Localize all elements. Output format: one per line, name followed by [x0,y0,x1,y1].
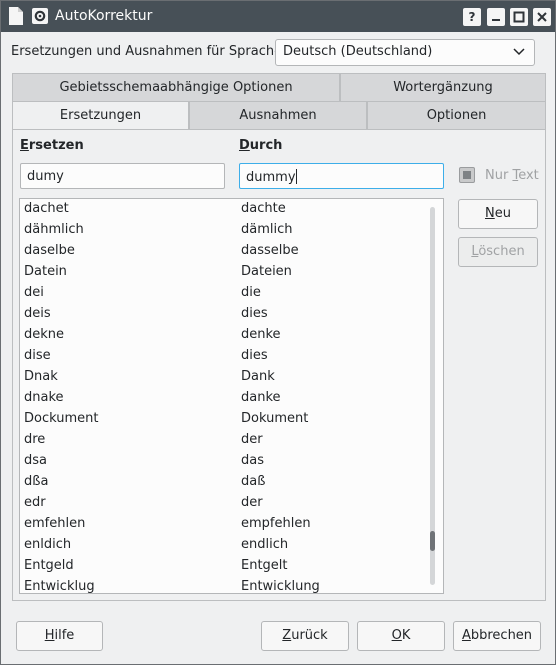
replace-cell: emfehlen [24,516,86,531]
maximize-icon [513,11,525,23]
replace-cell: dnake [24,390,64,405]
with-cell: Entwicklung [241,579,320,594]
table-row[interactable]: emfehlen empfehlen [20,514,425,535]
replace-cell: edr [24,495,46,510]
replace-cell: dßa [24,474,49,489]
replace-column-header: Ersetzen [20,138,84,153]
minimize-button[interactable] [487,8,505,26]
table-row[interactable]: dähmlich dämlich [20,220,425,241]
replace-cell: dise [24,348,51,363]
window-title: AutoKorrektur [55,8,153,24]
close-icon [537,12,547,22]
tab-locale-options[interactable]: Gebietsschemaabhängige Optionen [12,73,340,102]
table-row[interactable]: edr der [20,493,425,514]
table-row[interactable]: daselbe dasselbe [20,241,425,262]
table-row[interactable]: dekne denke [20,325,425,346]
replace-cell: dähmlich [24,222,84,237]
with-column-header: Durch [239,138,283,153]
replace-cell: Dockument [24,411,99,426]
replace-input[interactable]: dumy [20,163,225,189]
table-row[interactable]: Dnak Dank [20,367,425,388]
table-row[interactable]: Dockument Dokument [20,409,425,430]
tab-row-top: Gebietsschemaabhängige Optionen Wortergä… [12,73,546,102]
autokorrektur-dialog: AutoKorrektur ? Ersetzungen und Ausnahme… [0,0,556,665]
replace-cell: Dnak [24,369,58,384]
title-bar[interactable]: AutoKorrektur ? [1,1,555,32]
tab-exceptions[interactable]: Ausnahmen [189,101,367,130]
with-cell: dachte [241,201,286,216]
with-cell: Dateien [241,264,292,279]
table-row[interactable]: dsa das [20,451,425,472]
table-row[interactable]: dei die [20,283,425,304]
replace-cell: daselbe [24,243,75,258]
with-cell: endlich [241,537,289,552]
document-icon [9,7,23,25]
tab-replacements[interactable]: Ersetzungen [12,101,189,130]
table-row[interactable]: Entwicklug Entwicklung [20,577,425,594]
text-only-label: Nur Text [485,168,539,183]
with-cell: daß [241,474,266,489]
window-menu-icon[interactable] [32,8,48,24]
with-cell: empfehlen [241,516,311,531]
table-row[interactable]: dachet dachte [20,199,425,220]
table-row[interactable]: dßa daß [20,472,425,493]
language-dropdown[interactable]: Deutsch (Deutschland) [275,39,535,66]
table-row[interactable]: deis dies [20,304,425,325]
with-cell: dies [241,306,268,321]
scrollbar-thumb[interactable] [430,531,435,551]
language-value: Deutsch (Deutschland) [283,44,433,59]
with-cell: die [241,285,261,300]
tab-options[interactable]: Optionen [367,101,546,130]
replace-cell: Entwicklug [24,579,95,594]
replacement-table[interactable]: Entwicklug Entwicklung Entgeld Entgelt enldi… [19,198,444,594]
with-cell: Entgelt [241,558,288,573]
cancel-button[interactable]: Abbrechen [453,621,541,651]
table-row[interactable]: Entgeld Entgelt [20,556,425,577]
with-cell: der [241,432,263,447]
delete-button[interactable]: Löschen [458,237,538,267]
scrollbar-track[interactable] [430,207,435,585]
with-cell: dasselbe [241,243,299,258]
back-button[interactable]: Zurück [261,621,349,651]
with-cell: dämlich [241,222,293,237]
with-input[interactable]: dummy [239,163,444,189]
with-cell: Dokument [241,411,309,426]
table-row[interactable]: dre der [20,430,425,451]
table-row[interactable]: Datein Dateien [20,262,425,283]
text-caret [295,169,297,184]
chevron-down-icon [513,48,525,56]
replace-cell: dei [24,285,44,300]
help-button[interactable]: Hilfe [16,621,103,651]
replace-cell: enldich [24,537,72,552]
replace-cell: dekne [24,327,65,342]
tab-row-bottom: Ersetzungen Ausnahmen Optionen [12,101,546,130]
text-only-checkbox[interactable] [459,167,475,183]
replace-cell: dsa [24,453,47,468]
replace-cell: dachet [24,201,69,216]
language-label: Ersetzungen und Ausnahmen für Sprache: [11,44,287,59]
with-cell: das [241,453,264,468]
with-cell: der [241,495,263,510]
replace-cell: dre [24,432,46,447]
new-button[interactable]: Neu [458,199,538,229]
ok-button[interactable]: OK [357,621,445,651]
with-cell: dies [241,348,268,363]
table-row[interactable]: enldich endlich [20,535,425,556]
with-cell: danke [241,390,281,405]
minimize-icon [492,19,500,21]
replace-cell: Entgeld [24,558,74,573]
replace-cell: deis [24,306,51,321]
table-row[interactable]: dise dies [20,346,425,367]
maximize-button[interactable] [510,8,528,26]
close-button[interactable] [533,8,551,26]
table-row[interactable]: dnake danke [20,388,425,409]
replace-cell: Datein [24,264,67,279]
help-title-button[interactable]: ? [463,8,481,26]
with-cell: denke [241,327,281,342]
with-cell: Dank [241,369,275,384]
tab-word-completion[interactable]: Wortergänzung [340,73,546,102]
